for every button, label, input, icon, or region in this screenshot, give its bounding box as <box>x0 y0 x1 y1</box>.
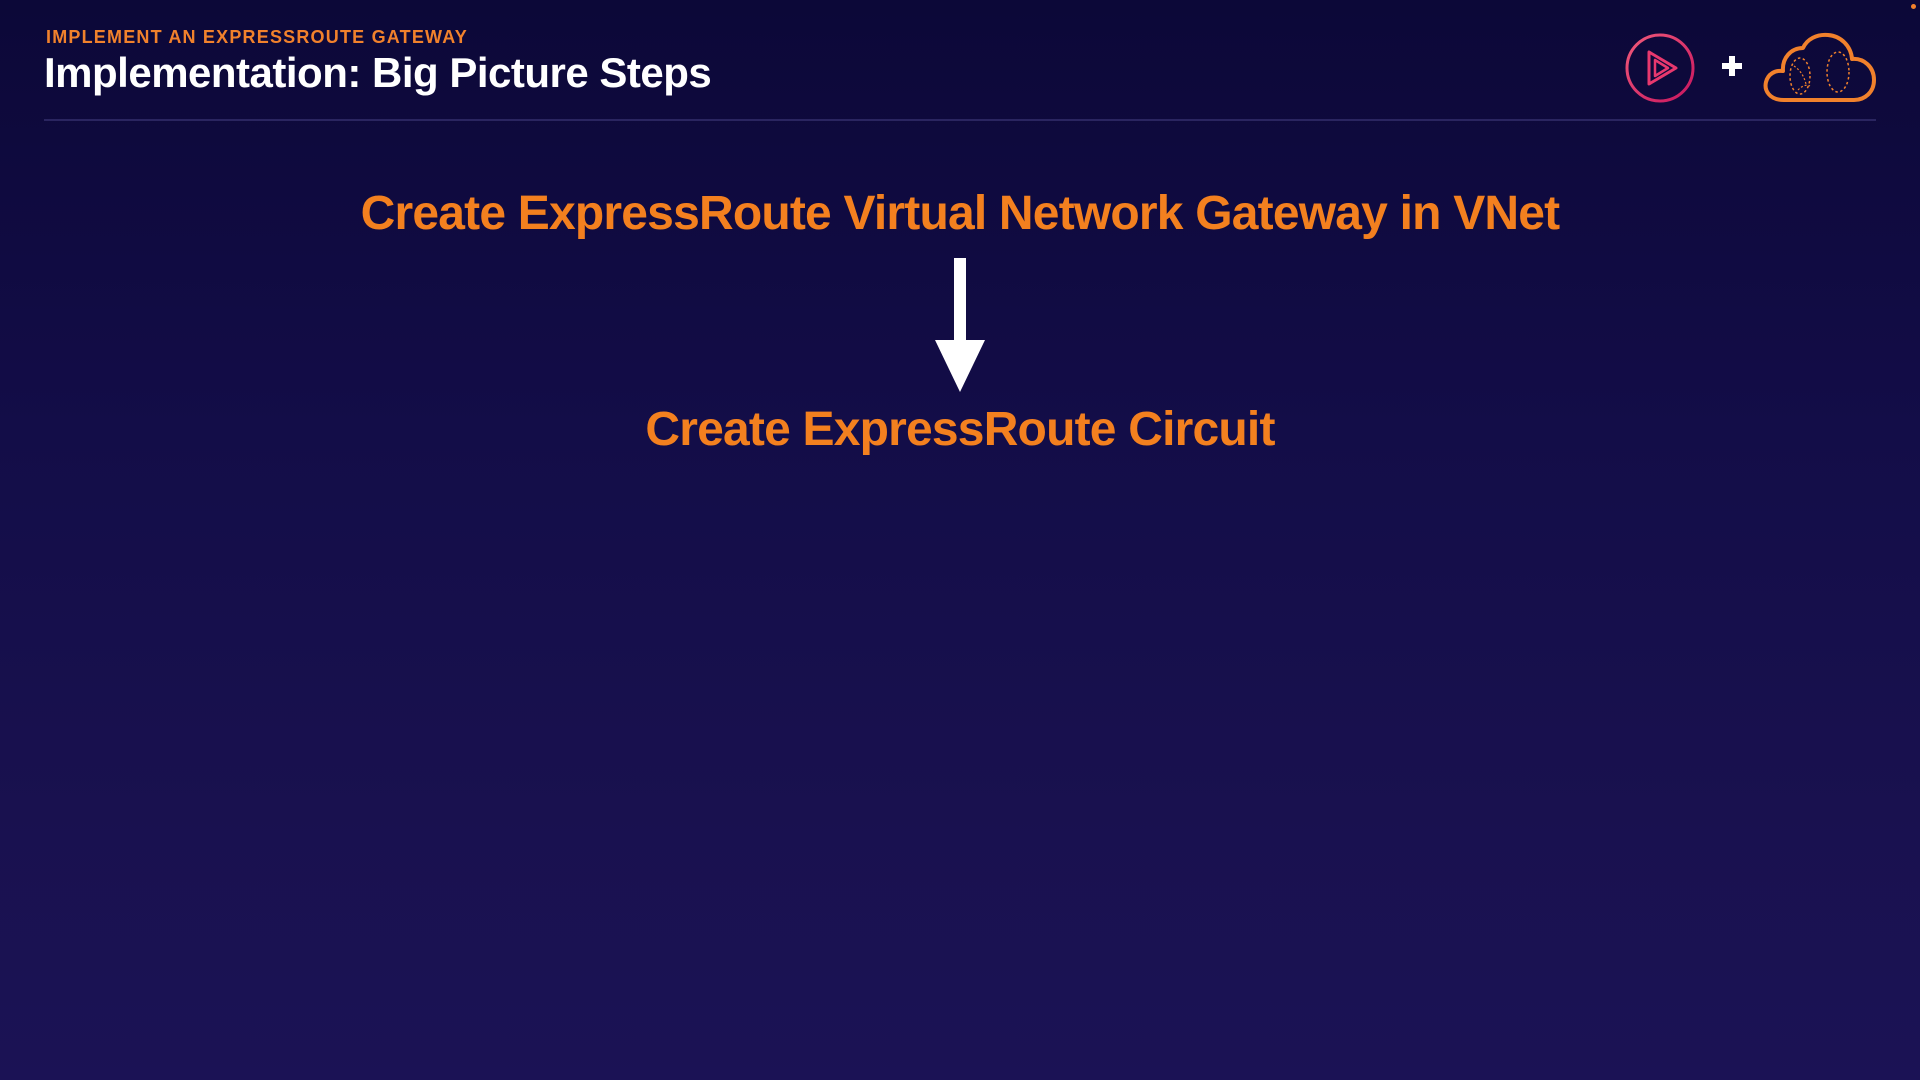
step-create-gateway: Create ExpressRoute Virtual Network Gate… <box>360 187 1561 240</box>
slide-header: IMPLEMENT AN EXPRESSROUTE GATEWAY Implem… <box>44 22 1876 122</box>
cloud-logo-icon <box>1763 32 1876 102</box>
slide-title: Implementation: Big Picture Steps <box>44 49 712 96</box>
brand-logos <box>1620 30 1880 106</box>
step-create-circuit: Create ExpressRoute Circuit <box>645 403 1275 456</box>
plus-icon <box>1722 56 1742 76</box>
slide-kicker: IMPLEMENT AN EXPRESSROUTE GATEWAY <box>46 27 468 47</box>
header-divider <box>44 119 1876 121</box>
corner-marker <box>1911 4 1916 9</box>
steps-flow: Create ExpressRoute Virtual Network Gate… <box>0 180 1920 480</box>
play-logo-icon <box>1625 33 1695 103</box>
arrow-down-icon <box>935 258 985 392</box>
